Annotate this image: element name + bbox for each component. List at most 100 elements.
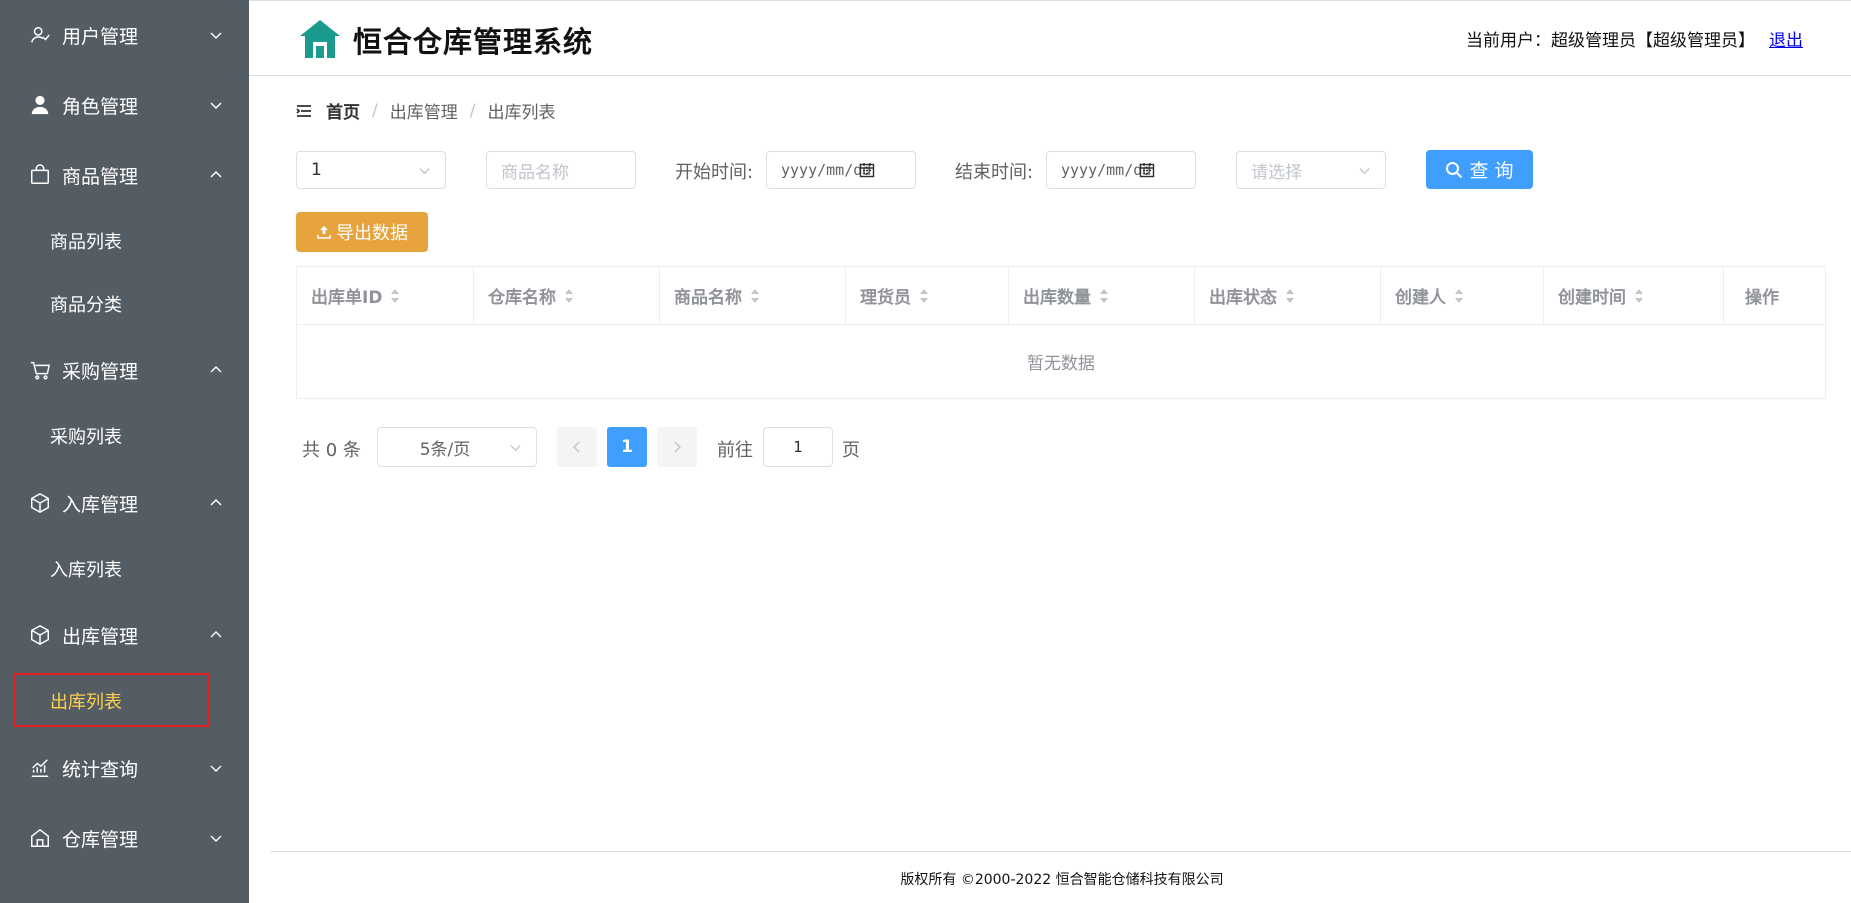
menu-statistics[interactable]: 统计查询 — [0, 735, 249, 801]
chevron-up-icon — [210, 171, 222, 178]
sort-icon[interactable] — [1285, 288, 1295, 304]
warehouse-icon — [28, 826, 52, 850]
goto-page-input[interactable]: 1 — [763, 427, 833, 467]
column-header-creator[interactable]: 创建人 — [1381, 267, 1544, 324]
sidebar-item-outbound-list[interactable]: 出库列表 — [0, 670, 249, 732]
user-area: 当前用户：超级管理员【超级管理员】 退出 — [1466, 26, 1803, 51]
empty-state: 暂无数据 — [1027, 354, 1095, 374]
sidebar: 用户管理 角色管理 商品管理 商品列表 商品分类 采购管理 采购列表 入库管理 … — [0, 0, 249, 903]
column-header-created-time[interactable]: 创建时间 — [1544, 267, 1724, 324]
prev-page-button[interactable] — [557, 427, 597, 467]
pagination-total: 共 0 条 — [302, 440, 361, 461]
column-header-clerk[interactable]: 理货员 — [846, 267, 1009, 324]
status-select[interactable]: 请选择 — [1236, 151, 1386, 189]
sort-icon[interactable] — [564, 288, 574, 304]
current-user: 当前用户：超级管理员【超级管理员】 — [1466, 31, 1755, 51]
sort-icon[interactable] — [919, 288, 929, 304]
column-header-warehouse-name[interactable]: 仓库名称 — [474, 267, 660, 324]
column-header-goods-name[interactable]: 商品名称 — [660, 267, 846, 324]
search-icon — [1446, 161, 1463, 178]
sort-icon[interactable] — [750, 288, 760, 304]
sidebar-item-goods-list[interactable]: 商品列表 — [0, 210, 249, 272]
menu-fold-icon[interactable] — [296, 103, 312, 119]
column-header-status[interactable]: 出库状态 — [1195, 267, 1381, 324]
user-icon — [28, 23, 52, 47]
outbound-table: 出库单ID 仓库名称 商品名称 理货员 出库数量 出库状态 创建人 创建时间 操… — [296, 266, 1826, 399]
column-label: 出库状态 — [1209, 288, 1277, 308]
export-button[interactable]: 导出数据 — [296, 212, 428, 252]
menu-label: 采购管理 — [62, 360, 139, 383]
column-label: 出库数量 — [1023, 288, 1091, 308]
chevron-left-icon — [573, 441, 580, 453]
start-date-placeholder: yyyy/mm/dd — [781, 161, 872, 179]
sort-icon[interactable] — [1634, 288, 1644, 304]
end-date-placeholder: yyyy/mm/dd — [1061, 161, 1152, 179]
menu-label: 用户管理 — [62, 25, 139, 48]
goto-label: 前往 — [717, 440, 753, 461]
calendar-icon[interactable] — [859, 162, 875, 178]
start-date-input[interactable]: yyyy/mm/dd — [766, 151, 916, 189]
upload-icon — [317, 226, 331, 239]
warehouse-select[interactable]: 1 — [296, 151, 446, 189]
menu-label: 出库管理 — [62, 625, 139, 648]
chevron-down-icon — [210, 32, 222, 39]
end-time-label: 结束时间: — [955, 162, 1034, 183]
menu-inbound-management[interactable]: 入库管理 — [0, 470, 249, 536]
goods-name-placeholder: 商品名称 — [501, 162, 569, 183]
shopping-cart-icon — [28, 358, 52, 382]
start-time-label: 开始时间: — [675, 162, 754, 183]
chevron-right-icon — [674, 441, 681, 453]
breadcrumb-separator: / — [469, 100, 476, 121]
column-label: 仓库名称 — [488, 288, 556, 308]
menu-user-management[interactable]: 用户管理 — [0, 2, 249, 68]
sidebar-item-purchase-list[interactable]: 采购列表 — [0, 405, 249, 467]
column-label: 商品名称 — [674, 288, 742, 308]
column-label: 理货员 — [860, 288, 911, 308]
person-filled-icon — [28, 93, 52, 117]
menu-goods-management[interactable]: 商品管理 — [0, 142, 249, 208]
column-label: 操作 — [1745, 288, 1779, 308]
page-size-select[interactable]: 5条/页 — [377, 427, 537, 467]
box-out-icon — [28, 623, 52, 647]
menu-label: 仓库管理 — [62, 828, 139, 851]
sidebar-item-goods-category[interactable]: 商品分类 — [0, 273, 249, 335]
breadcrumb-separator: / — [372, 100, 378, 121]
column-header-actions: 操作 — [1724, 267, 1825, 324]
column-header-quantity[interactable]: 出库数量 — [1009, 267, 1195, 324]
menu-label: 商品管理 — [62, 165, 139, 188]
box-icon — [28, 491, 52, 515]
sort-icon[interactable] — [1099, 288, 1109, 304]
menu-role-management[interactable]: 角色管理 — [0, 72, 249, 138]
menu-label: 角色管理 — [62, 95, 139, 118]
query-button[interactable]: 查 询 — [1426, 150, 1533, 189]
sub-item-label: 商品列表 — [50, 232, 122, 253]
page-size-value: 5条/页 — [419, 439, 471, 460]
breadcrumb-home[interactable]: 首页 — [326, 98, 360, 123]
breadcrumb: 首页 / 出库管理 / 出库列表 — [296, 98, 555, 123]
menu-outbound-management[interactable]: 出库管理 — [0, 602, 249, 668]
logout-link[interactable]: 退出 — [1769, 26, 1803, 51]
goto-page-value: 1 — [793, 438, 803, 456]
status-select-placeholder: 请选择 — [1251, 162, 1302, 183]
end-date-input[interactable]: yyyy/mm/dd — [1046, 151, 1196, 189]
sort-icon[interactable] — [390, 288, 400, 304]
shopping-bag-icon — [28, 163, 52, 187]
sub-item-label: 采购列表 — [50, 427, 122, 448]
breadcrumb-level2: 出库列表 — [487, 103, 556, 123]
query-button-label: 查 询 — [1469, 160, 1514, 182]
menu-warehouse-management[interactable]: 仓库管理 — [0, 805, 249, 871]
column-header-outbound-id[interactable]: 出库单ID — [297, 267, 474, 324]
sidebar-item-inbound-list[interactable]: 入库列表 — [0, 538, 249, 600]
page-number-current[interactable]: 1 — [607, 427, 647, 467]
sub-item-label: 商品分类 — [50, 295, 122, 316]
chevron-up-icon — [210, 631, 222, 638]
next-page-button[interactable] — [657, 427, 697, 467]
breadcrumb-level1: 出库管理 — [389, 103, 458, 123]
menu-label: 入库管理 — [62, 493, 139, 516]
sort-icon[interactable] — [1454, 288, 1464, 304]
goods-name-input[interactable]: 商品名称 — [486, 151, 636, 189]
export-button-label: 导出数据 — [336, 223, 408, 244]
chevron-down-icon — [210, 765, 222, 772]
calendar-icon[interactable] — [1139, 162, 1155, 178]
menu-purchase-management[interactable]: 采购管理 — [0, 337, 249, 403]
